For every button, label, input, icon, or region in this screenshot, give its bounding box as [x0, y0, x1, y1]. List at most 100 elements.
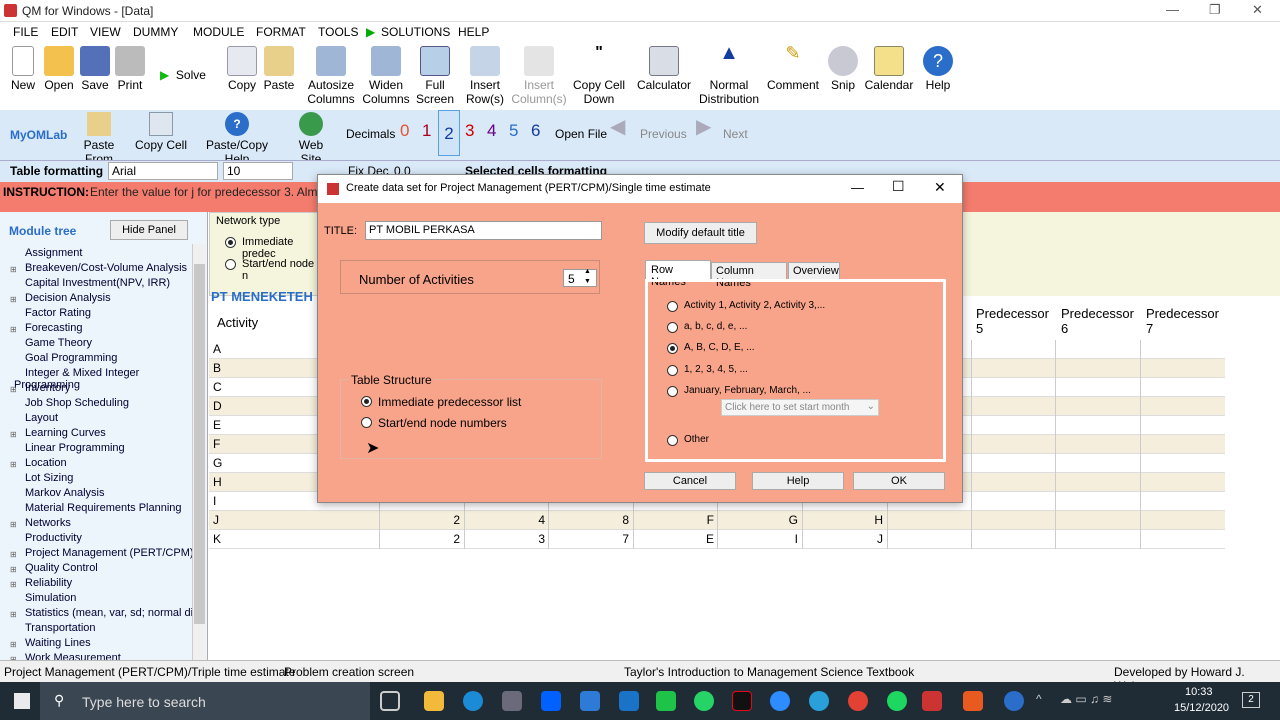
decimals-4[interactable]: 4 — [487, 122, 496, 139]
modify-default-title-button[interactable]: Modify default title — [644, 222, 757, 244]
paste-button[interactable]: Paste — [263, 46, 295, 92]
normal-distribution-button[interactable]: ▲ Normal Distribution — [698, 43, 760, 106]
table-cell[interactable]: I — [717, 532, 798, 546]
dialog-maximize-button[interactable]: ☐ — [892, 178, 905, 195]
myomlab-button[interactable]: MyOMLab — [10, 128, 67, 142]
calculator-button[interactable]: Calculator — [636, 46, 692, 92]
row-opt-other-radio[interactable] — [667, 435, 678, 446]
module-tree-item[interactable]: ⊞ Quality Control — [10, 562, 98, 574]
menu-file[interactable]: FILE — [13, 25, 38, 39]
row-activity-name[interactable]: J — [213, 513, 219, 527]
row-activity-name[interactable]: E — [213, 418, 221, 432]
row-activity-name[interactable]: K — [213, 532, 221, 546]
tab-column-names[interactable]: Column Names — [711, 262, 787, 289]
table-cell[interactable]: 7 — [548, 532, 629, 546]
menu-solutions[interactable]: SOLUTIONS — [381, 25, 450, 39]
windows-start-icon[interactable] — [14, 693, 30, 709]
decimals-5[interactable]: 5 — [509, 122, 518, 139]
table-cell[interactable]: 3 — [464, 532, 545, 546]
expand-icon[interactable]: ⊞ — [10, 325, 17, 334]
module-tree-item[interactable]: Factor Rating — [14, 307, 91, 319]
table-cell[interactable]: 4 — [464, 513, 545, 527]
module-tree-item[interactable]: ⊞ Inventory — [10, 382, 70, 394]
spotify-icon[interactable] — [887, 691, 907, 711]
row-activity-name[interactable]: H — [213, 475, 222, 489]
cancel-button[interactable]: Cancel — [644, 472, 736, 490]
decimals-0[interactable]: 0 — [400, 122, 409, 139]
ok-button[interactable]: OK — [853, 472, 945, 490]
table-cell[interactable]: F — [633, 513, 714, 527]
module-tree-item[interactable]: Capital Investment(NPV, IRR) — [14, 277, 170, 289]
comment-button[interactable]: ✎ Comment — [766, 44, 820, 92]
menu-help[interactable]: HELP — [458, 25, 489, 39]
table-cell[interactable]: 2 — [379, 513, 460, 527]
network-startend-radio[interactable] — [225, 259, 236, 270]
snip-button[interactable]: Snip — [826, 46, 860, 92]
module-tree-item[interactable]: Transportation — [14, 622, 96, 634]
expand-icon[interactable]: ⊞ — [10, 610, 17, 619]
menu-format[interactable]: FORMAT — [256, 25, 306, 39]
minimize-button[interactable]: — — [1166, 2, 1179, 17]
store-icon[interactable] — [502, 691, 522, 711]
module-tree-item[interactable]: ⊞ Waiting Lines — [10, 637, 91, 649]
decimals-3[interactable]: 3 — [465, 122, 474, 139]
decimals-1[interactable]: 1 — [422, 122, 431, 139]
new-button[interactable]: New — [8, 46, 38, 92]
module-tree-item[interactable]: ⊞ Networks — [10, 517, 71, 529]
table-cell[interactable]: E — [633, 532, 714, 546]
module-tree-item[interactable]: ⊞ Learning Curves — [10, 427, 106, 439]
telegram-icon[interactable] — [809, 691, 829, 711]
dialog-minimize-button[interactable]: — — [851, 180, 864, 195]
copy-cell-button[interactable]: Copy Cell — [134, 112, 188, 152]
module-tree-item[interactable]: Lot Sizing — [14, 472, 73, 484]
screen-recorder-icon[interactable] — [963, 691, 983, 711]
expand-icon[interactable]: ⊞ — [10, 565, 17, 574]
tab-row-names[interactable]: Row Names — [645, 260, 711, 288]
menu-view[interactable]: VIEW — [90, 25, 121, 39]
solve-button[interactable]: ▶ Solve — [160, 68, 218, 82]
chrome-icon[interactable] — [848, 691, 868, 711]
font-select[interactable]: Arial — [108, 162, 218, 180]
copy-button[interactable]: Copy — [226, 46, 258, 92]
edge-icon[interactable] — [463, 691, 483, 711]
help-button[interactable]: ? Help — [922, 46, 954, 92]
module-tree-item[interactable]: ⊞ Reliability — [10, 577, 72, 589]
dropbox-icon[interactable] — [541, 691, 561, 711]
module-tree-item[interactable]: ⊞ Decision Analysis — [10, 292, 111, 304]
netflix-icon[interactable] — [732, 691, 752, 711]
table-cell[interactable]: J — [802, 532, 883, 546]
expand-icon[interactable]: ⊞ — [10, 520, 17, 529]
row-opt-lowercase-radio[interactable] — [667, 322, 678, 333]
module-tree-item[interactable]: Assignment — [14, 247, 82, 259]
row-activity-name[interactable]: G — [213, 456, 222, 470]
taskbar-search[interactable]: ⚲ Type here to search — [40, 682, 370, 720]
title-input[interactable]: PT MOBIL PERKASA — [365, 221, 602, 240]
start-end-node-radio[interactable] — [361, 417, 372, 428]
module-tree-item[interactable]: Productivity — [14, 532, 82, 544]
spinner-down-icon[interactable]: ▼ — [584, 278, 591, 285]
task-view-icon[interactable] — [380, 691, 400, 711]
module-tree-item[interactable]: Job Shop Scheduling — [14, 397, 129, 409]
expand-icon[interactable]: ⊞ — [10, 550, 17, 559]
row-activity-name[interactable]: D — [213, 399, 222, 413]
expand-icon[interactable]: ⊞ — [10, 640, 17, 649]
restore-button[interactable]: ❐ — [1209, 2, 1221, 18]
paste-copy-help-button[interactable]: ? Paste/Copy Help — [194, 112, 280, 166]
expand-icon[interactable]: ⊞ — [10, 385, 17, 394]
expand-icon[interactable]: ⊞ — [10, 430, 17, 439]
hide-panel-button[interactable]: Hide Panel — [110, 220, 188, 240]
row-activity-name[interactable]: C — [213, 380, 222, 394]
module-tree-item[interactable]: Markov Analysis — [14, 487, 104, 499]
font-size-select[interactable]: 10 — [223, 162, 293, 180]
insert-columns-button[interactable]: Insert Column(s) — [511, 46, 567, 106]
print-button[interactable]: Print — [114, 46, 146, 92]
previous-button[interactable]: Previous — [640, 127, 687, 141]
spinner-up-icon[interactable]: ▲ — [584, 268, 591, 275]
row-activity-name[interactable]: B — [213, 361, 221, 375]
menu-edit[interactable]: EDIT — [51, 25, 78, 39]
open-file-button[interactable]: Open File — [555, 127, 607, 141]
table-cell[interactable]: 2 — [379, 532, 460, 546]
scrollbar-thumb[interactable] — [194, 264, 205, 624]
save-button[interactable]: Save — [80, 46, 110, 92]
help-tray-icon[interactable] — [1004, 691, 1024, 711]
